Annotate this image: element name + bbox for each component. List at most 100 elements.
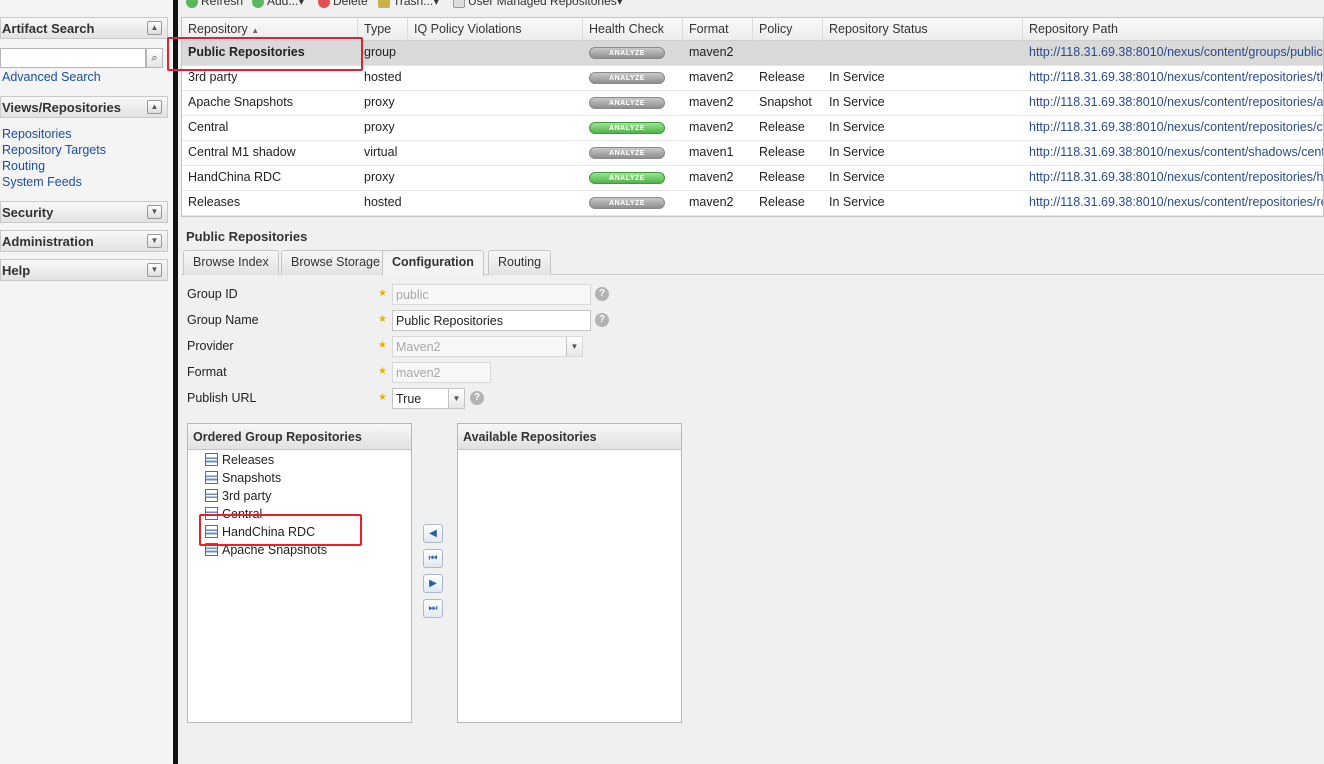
magnifier-icon[interactable]: ⌕ <box>146 48 163 68</box>
tab-browse-index[interactable]: Browse Index <box>183 250 279 275</box>
cell-status <box>823 41 1023 66</box>
column-header-policy[interactable]: Policy <box>753 18 823 41</box>
format-label: Format <box>187 365 227 379</box>
help-icon[interactable]: ? <box>595 313 609 327</box>
sidebar: Artifact Search ▲ ⌕ Advanced Search View… <box>0 0 173 764</box>
cell-name: Apache Snapshots <box>188 95 293 109</box>
cell-policy: Release <box>759 70 805 84</box>
column-header-type[interactable]: Type <box>358 18 408 41</box>
administration-title: Administration <box>2 234 94 249</box>
analyze-button[interactable]: ANALYZE <box>589 172 665 184</box>
tab-routing[interactable]: Routing <box>488 250 552 275</box>
cell-format: maven2 <box>689 70 734 84</box>
ordered-group-repositories-list[interactable]: Ordered Group Repositories Releases Snaps… <box>187 423 412 723</box>
cell-path[interactable]: http://118.31.69.38:8010/nexus/content/r… <box>1023 91 1323 116</box>
cell-policy: Snapshot <box>759 95 812 109</box>
cell-status: In Service <box>829 95 885 109</box>
chevron-down-icon[interactable]: ▼ <box>448 389 464 408</box>
cell-path[interactable]: http://118.31.69.38:8010/nexus/content/r… <box>1023 116 1323 141</box>
views-repositories-title: Views/Repositories <box>2 100 121 115</box>
detail-panel-title: Public Repositories <box>186 229 308 244</box>
help-icon[interactable]: ? <box>470 391 484 405</box>
analyze-button[interactable]: ANALYZE <box>589 97 665 109</box>
analyze-button[interactable]: ANALYZE <box>589 47 665 59</box>
cell-path[interactable]: http://118.31.69.38:8010/nexus/content/r… <box>1023 191 1323 216</box>
user-managed-repositories-button[interactable]: User Managed Repositories▾ <box>453 0 623 8</box>
analyze-button[interactable]: ANALYZE <box>589 122 665 134</box>
provider-value: Maven2 <box>396 340 441 354</box>
table-row[interactable]: Central M1 shadow virtual ANALYZE maven1 Rel… <box>182 141 1323 166</box>
add-button[interactable]: Add...▾ <box>252 0 304 8</box>
cell-health-check: ANALYZE <box>583 41 683 66</box>
analyze-button[interactable]: ANALYZE <box>589 72 665 84</box>
artifact-search-input[interactable] <box>0 48 146 68</box>
move-all-right-button[interactable]: ⏭ <box>423 599 443 618</box>
list-item[interactable]: 3rd party <box>205 489 271 503</box>
trash-icon <box>378 0 390 8</box>
column-header-format[interactable]: Format <box>683 18 753 41</box>
collapse-icon[interactable]: ▲ <box>147 100 162 114</box>
group-name-field[interactable]: Public Repositories <box>392 310 591 331</box>
collapse-icon[interactable]: ▲ <box>147 21 162 35</box>
column-header-health-check[interactable]: Health Check <box>583 18 683 41</box>
sidebar-item-system-feeds[interactable]: System Feeds <box>2 175 82 189</box>
help-header[interactable]: Help ▼ <box>0 259 168 281</box>
expand-icon[interactable]: ▼ <box>147 234 162 248</box>
tab-configuration[interactable]: Configuration <box>382 250 484 276</box>
analyze-button[interactable]: ANALYZE <box>589 197 665 209</box>
toolbar: Refresh Add...▾ Delete Trash...▾ User Ma… <box>178 0 1324 17</box>
list-item[interactable]: Releases <box>205 453 274 467</box>
column-header-iq-policy[interactable]: IQ Policy Violations <box>408 18 583 41</box>
delete-button[interactable]: Delete <box>318 0 368 8</box>
provider-label: Provider <box>187 339 234 353</box>
refresh-button[interactable]: Refresh <box>186 0 243 8</box>
cell-health-check: ANALYZE <box>583 116 683 141</box>
required-star-icon: ★ <box>378 314 387 325</box>
cell-iq <box>408 66 583 91</box>
security-header[interactable]: Security ▼ <box>0 201 168 223</box>
cell-policy <box>753 41 823 66</box>
required-star-icon: ★ <box>378 392 387 403</box>
move-right-button[interactable]: ▶ <box>423 574 443 593</box>
cell-name: Releases <box>188 195 241 209</box>
sidebar-item-repository-targets[interactable]: Repository Targets <box>2 143 106 157</box>
analyze-button[interactable]: ANALYZE <box>589 147 665 159</box>
cell-policy: Release <box>759 195 805 209</box>
table-row[interactable]: Central proxy ANALYZE maven2 Release In Servi… <box>182 116 1323 141</box>
table-row[interactable]: Releases hosted ANALYZE maven2 Release In Ser… <box>182 191 1323 216</box>
available-repositories-list[interactable]: Available Repositories <box>457 423 682 723</box>
advanced-search-link[interactable]: Advanced Search <box>2 70 101 84</box>
column-header-repository-path[interactable]: Repository Path <box>1023 18 1323 41</box>
cell-path[interactable]: http://118.31.69.38:8010/nexus/content/s… <box>1023 141 1323 166</box>
cell-type: hosted <box>364 195 402 209</box>
main-panel: Refresh Add...▾ Delete Trash...▾ User Ma… <box>167 0 1324 764</box>
sidebar-item-repositories[interactable]: Repositories <box>2 127 71 141</box>
cell-iq <box>408 116 583 141</box>
cell-name: Central <box>188 120 229 134</box>
cell-path[interactable]: http://118.31.69.38:8010/nexus/content/r… <box>1023 166 1323 191</box>
move-left-button[interactable]: ◀ <box>423 524 443 543</box>
refresh-label: Refresh <box>201 0 244 8</box>
move-all-left-button[interactable]: ⏮ <box>423 549 443 568</box>
cell-format: maven2 <box>689 120 734 134</box>
artifact-search-header[interactable]: Artifact Search ▲ <box>0 17 168 39</box>
repository-icon <box>205 489 218 502</box>
cell-path[interactable]: http://118.31.69.38:8010/nexus/content/g… <box>1023 41 1323 66</box>
tab-browse-storage[interactable]: Browse Storage <box>281 250 390 275</box>
cell-format: maven2 <box>689 45 734 59</box>
trash-button[interactable]: Trash...▾ <box>378 0 439 8</box>
table-row[interactable]: Apache Snapshots proxy ANALYZE maven2 Snapsh… <box>182 91 1323 116</box>
views-repositories-header[interactable]: Views/Repositories ▲ <box>0 96 168 118</box>
table-row[interactable]: HandChina RDC proxy ANALYZE maven2 Release In… <box>182 166 1323 191</box>
column-header-repository-status[interactable]: Repository Status <box>823 18 1023 41</box>
help-icon[interactable]: ? <box>595 287 609 301</box>
list-item[interactable]: Snapshots <box>205 471 281 485</box>
expand-icon[interactable]: ▼ <box>147 205 162 219</box>
document-icon <box>453 0 465 8</box>
cell-path[interactable]: http://118.31.69.38:8010/nexus/content/r… <box>1023 66 1323 91</box>
administration-header[interactable]: Administration ▼ <box>0 230 168 252</box>
expand-icon[interactable]: ▼ <box>147 263 162 277</box>
sidebar-item-routing[interactable]: Routing <box>2 159 45 173</box>
publish-url-select[interactable]: True ▼ <box>392 388 465 409</box>
cell-format: maven2 <box>689 195 734 209</box>
